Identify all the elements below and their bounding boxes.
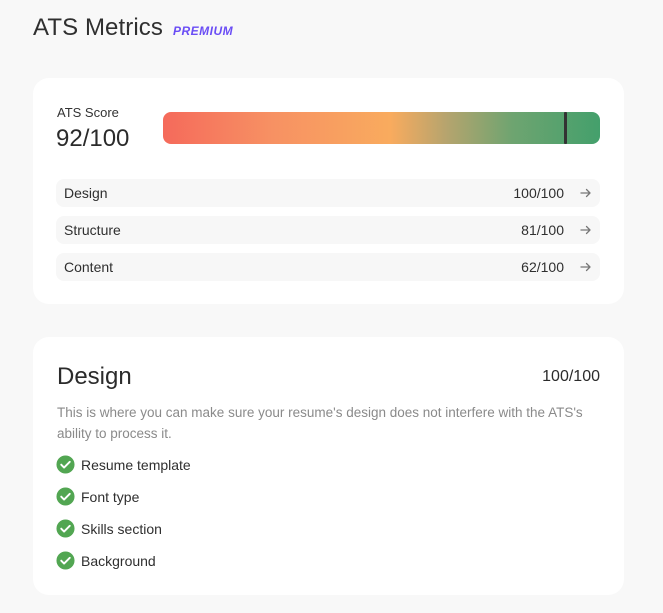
metric-value: 81/100 <box>521 222 564 238</box>
metric-name: Design <box>64 185 108 201</box>
check-circle-icon <box>56 455 75 474</box>
check-circle-icon <box>56 551 75 570</box>
check-item: Resume template <box>56 455 191 474</box>
check-circle-icon <box>56 519 75 538</box>
design-title: Design <box>57 363 132 390</box>
metric-row-content[interactable]: Content 62/100 <box>56 253 600 281</box>
metric-name: Content <box>64 259 114 275</box>
ats-score-card: ATS Score 92/100 Design 100/100 Structur… <box>33 78 624 304</box>
design-score: 100/100 <box>542 368 600 385</box>
metric-row-design[interactable]: Design 100/100 <box>56 179 600 207</box>
arrow-right-icon <box>580 225 591 235</box>
check-item: Font type <box>56 487 139 506</box>
ats-score-marker <box>564 112 567 144</box>
page-header: ATS Metrics PREMIUM <box>33 14 233 42</box>
check-label: Font type <box>81 488 140 505</box>
arrow-right-icon <box>580 188 591 198</box>
ats-score-bar <box>163 112 600 144</box>
metric-name: Structure <box>64 222 121 238</box>
metric-value: 100/100 <box>513 185 564 201</box>
ats-score-label: ATS Score <box>57 105 119 120</box>
design-description: This is where you can make sure your res… <box>57 405 583 441</box>
check-item: Background <box>56 551 156 570</box>
metric-row-structure[interactable]: Structure 81/100 <box>56 216 600 244</box>
check-circle-icon <box>56 487 75 506</box>
check-label: Background <box>81 552 156 569</box>
design-card: Design 100/100 This is where you can mak… <box>33 337 624 595</box>
check-label: Resume template <box>81 456 191 473</box>
ats-score-value: 92/100 <box>56 125 130 152</box>
check-label: Skills section <box>81 520 162 537</box>
check-item: Skills section <box>56 519 162 538</box>
arrow-right-icon <box>580 262 591 272</box>
page-title: ATS Metrics <box>33 14 163 41</box>
metric-value: 62/100 <box>521 259 564 275</box>
premium-badge: PREMIUM <box>173 24 234 38</box>
